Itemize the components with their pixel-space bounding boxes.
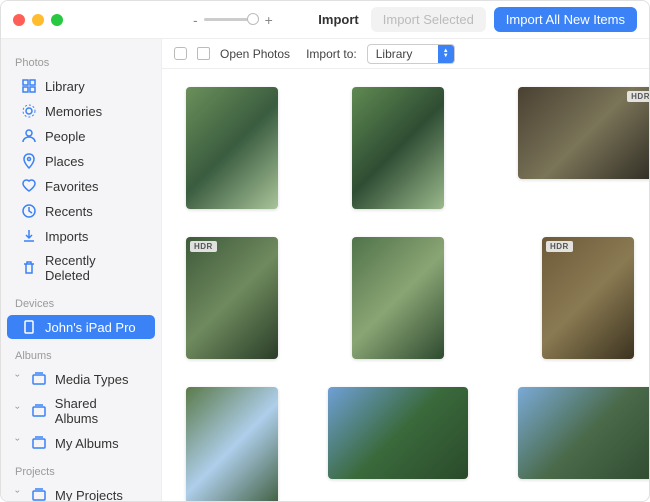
clock-icon [21, 203, 37, 219]
chevron-right-icon: › [13, 406, 23, 416]
sidebar-item-my-albums[interactable]: › My Albums [7, 431, 155, 455]
sidebar-item-memories[interactable]: Memories [7, 99, 155, 123]
sidebar-item-library[interactable]: Library [7, 74, 155, 98]
sidebar-item-label: My Albums [55, 436, 119, 451]
album-icon [31, 371, 47, 387]
sidebar-item-places[interactable]: Places [7, 149, 155, 173]
close-button[interactable] [13, 14, 25, 26]
sidebar-item-label: People [45, 129, 85, 144]
titlebar: - + Import Import Selected Import All Ne… [1, 1, 649, 39]
sidebar-item-my-projects[interactable]: › My Projects [7, 483, 155, 501]
photo-thumbnail[interactable]: HDR [518, 87, 649, 179]
zoom-button[interactable] [51, 14, 63, 26]
minimize-button[interactable] [32, 14, 44, 26]
import-selected-button: Import Selected [371, 7, 486, 32]
device-icon [21, 319, 37, 335]
import-options-bar: Open Photos Import to: Library ▲▼ [162, 39, 649, 69]
photo-thumbnail[interactable]: HDR [542, 237, 634, 359]
album-icon [31, 435, 47, 451]
sidebar-item-john-s-ipad-pro[interactable]: John's iPad Pro [7, 315, 155, 339]
sidebar-item-label: Memories [45, 104, 102, 119]
imports-icon [21, 228, 37, 244]
zoom-out-icon: - [193, 12, 198, 28]
heart-icon [21, 178, 37, 194]
sidebar-item-media-types[interactable]: › Media Types [7, 367, 155, 391]
photo-thumbnail[interactable] [328, 387, 468, 479]
import-to-value: Library [368, 47, 438, 61]
chevron-right-icon: › [13, 374, 23, 384]
chevron-right-icon: › [13, 438, 23, 448]
sidebar-item-label: My Projects [55, 488, 123, 502]
sidebar-item-label: Favorites [45, 179, 98, 194]
sidebar-item-imports[interactable]: Imports [7, 224, 155, 248]
open-photos-label: Open Photos [220, 47, 290, 61]
places-icon [21, 153, 37, 169]
open-photos-checkbox[interactable] [197, 47, 210, 60]
sidebar-item-favorites[interactable]: Favorites [7, 174, 155, 198]
photo-thumbnail[interactable] [352, 87, 444, 209]
people-icon [21, 128, 37, 144]
trash-icon [21, 260, 37, 276]
photo-thumbnail[interactable] [186, 387, 278, 501]
sidebar-item-label: Shared Albums [55, 396, 141, 426]
hdr-badge: HDR [546, 241, 573, 252]
photo-thumbnail[interactable] [186, 87, 278, 209]
chevron-right-icon: › [13, 490, 23, 500]
sidebar-section-title: Devices [1, 288, 161, 314]
sidebar-item-recents[interactable]: Recents [7, 199, 155, 223]
memories-icon [21, 103, 37, 119]
sidebar-item-label: Places [45, 154, 84, 169]
zoom-slider[interactable]: - + [193, 12, 273, 28]
sidebar: Photos Library Memories People Places Favorit… [1, 39, 161, 501]
sidebar-item-label: Library [45, 79, 85, 94]
sidebar-item-label: Imports [45, 229, 88, 244]
hdr-badge: HDR [190, 241, 217, 252]
photo-thumbnail[interactable] [518, 387, 649, 479]
sidebar-item-recently-deleted[interactable]: Recently Deleted [7, 249, 155, 287]
import-to-label: Import to: [306, 47, 357, 61]
sidebar-section-title: Photos [1, 47, 161, 73]
hdr-badge: HDR [627, 91, 649, 102]
window-controls [13, 14, 63, 26]
photo-thumbnail[interactable] [352, 237, 444, 359]
zoom-in-icon: + [265, 12, 273, 28]
album-icon [31, 487, 47, 501]
sidebar-item-label: Media Types [55, 372, 128, 387]
import-all-button[interactable]: Import All New Items [494, 7, 637, 32]
select-arrows-icon: ▲▼ [438, 45, 454, 63]
sidebar-item-shared-albums[interactable]: › Shared Albums [7, 392, 155, 430]
sidebar-section-title: Projects [1, 456, 161, 482]
photo-thumbnail[interactable]: HDR [186, 237, 278, 359]
sidebar-item-label: Recently Deleted [45, 253, 141, 283]
select-all-checkbox[interactable] [174, 47, 187, 60]
sidebar-item-people[interactable]: People [7, 124, 155, 148]
sidebar-section-title: Albums [1, 340, 161, 366]
photo-grid: HDR HDR HDR [162, 69, 649, 501]
sidebar-item-label: Recents [45, 204, 93, 219]
sidebar-item-label: John's iPad Pro [45, 320, 136, 335]
library-icon [21, 78, 37, 94]
album-icon [31, 403, 47, 419]
import-to-select[interactable]: Library ▲▼ [367, 44, 455, 64]
import-tab[interactable]: Import [318, 12, 358, 27]
